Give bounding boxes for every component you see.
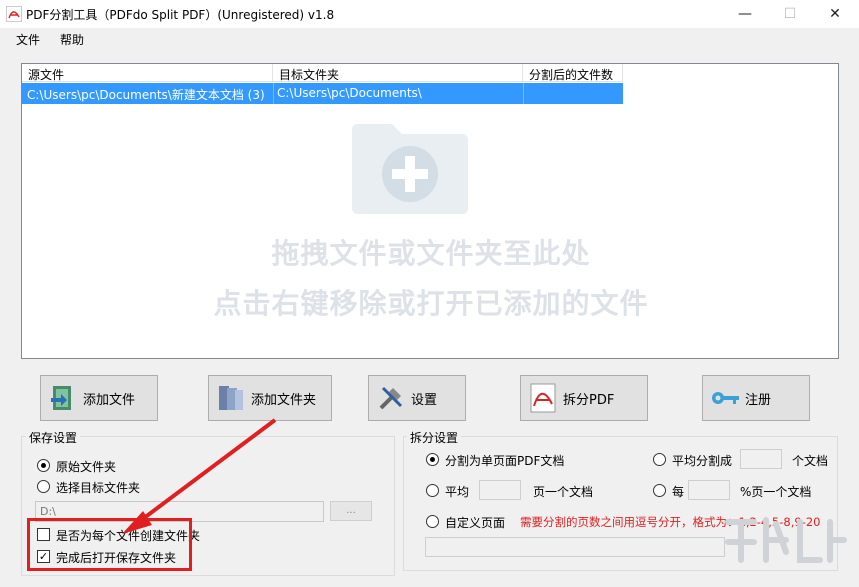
every-percent-suffix: %页一个文档 xyxy=(740,485,812,499)
radio-single-page-label[interactable]: 分割为单页面PDF文档 xyxy=(445,452,564,469)
add-folder-placeholder-icon xyxy=(352,124,468,214)
drop-hint-line2: 点击右键移除或打开已添加的文件 xyxy=(213,287,649,320)
key-icon xyxy=(712,392,739,404)
add-folder-icon xyxy=(219,386,243,410)
radio-original-folder[interactable] xyxy=(37,459,50,472)
annotation-highlight-box xyxy=(27,518,192,571)
radio-average-label[interactable]: 平均 xyxy=(445,483,469,500)
save-settings-title: 保存设置 xyxy=(26,429,81,446)
app-logo-icon xyxy=(6,6,22,22)
maximize-button[interactable]: ☐ xyxy=(767,0,813,28)
register-button[interactable]: 注册 xyxy=(702,375,810,421)
split-pdf-button[interactable]: 拆分PDF xyxy=(520,375,648,421)
menu-bar: 文件 帮助 xyxy=(0,28,859,50)
add-file-icon xyxy=(51,386,71,410)
register-label: 注册 xyxy=(745,392,772,408)
radio-every-percent[interactable] xyxy=(653,484,666,497)
radio-custom-pages[interactable] xyxy=(426,515,439,528)
cell-source: C:\Users\pc\Documents\新建文本文档 (3) -... xyxy=(27,88,267,102)
table-row[interactable]: C:\Users\pc\Documents\新建文本文档 (3) -... C:… xyxy=(22,83,623,104)
cell-divider xyxy=(273,83,274,104)
radio-choose-folder[interactable] xyxy=(37,480,50,493)
close-button[interactable]: ✕ xyxy=(812,0,858,28)
radio-even-split-label[interactable]: 平均分割成 xyxy=(672,452,732,469)
custom-pages-input[interactable] xyxy=(425,537,725,557)
average-pages-input[interactable] xyxy=(479,480,521,500)
settings-label: 设置 xyxy=(411,392,438,408)
cell-target: C:\Users\pc\Documents\ xyxy=(277,86,422,100)
cell-divider xyxy=(523,83,524,104)
window-title: PDF分割工具（PDFdo Split PDF）(Unregistered) v… xyxy=(26,8,335,22)
minimize-button[interactable]: — xyxy=(722,0,768,28)
average-suffix: 页一个文档 xyxy=(533,485,594,499)
add-file-button[interactable]: 添加文件 xyxy=(40,375,158,421)
drop-hint-line1: 拖拽文件或文件夹至此处 xyxy=(271,237,591,270)
every-percent-input[interactable] xyxy=(688,480,730,500)
radio-choose-folder-label[interactable]: 选择目标文件夹 xyxy=(56,479,140,496)
even-split-count-input[interactable] xyxy=(740,449,782,469)
settings-button[interactable]: 设置 xyxy=(368,375,466,421)
browse-button[interactable]: ... xyxy=(330,501,372,521)
split-pdf-label: 拆分PDF xyxy=(563,392,615,408)
menu-file[interactable]: 文件 xyxy=(16,31,40,48)
radio-single-page[interactable] xyxy=(426,453,439,466)
add-file-label: 添加文件 xyxy=(83,392,136,408)
radio-original-folder-label[interactable]: 原始文件夹 xyxy=(56,458,116,475)
watermark-logo-icon xyxy=(725,517,847,563)
column-header-count[interactable]: 分割后的文件数 xyxy=(523,64,623,82)
menu-help[interactable]: 帮助 xyxy=(60,31,84,48)
column-header-source[interactable]: 源文件 xyxy=(22,64,273,82)
add-folder-button[interactable]: 添加文件夹 xyxy=(208,375,332,421)
radio-average[interactable] xyxy=(426,484,439,497)
radio-custom-pages-label[interactable]: 自定义页面 xyxy=(445,514,505,531)
file-list[interactable]: 源文件 目标文件夹 分割后的文件数 C:\Users\pc\Documents\… xyxy=(21,63,839,359)
pdf-icon xyxy=(530,383,556,413)
tools-icon xyxy=(379,386,403,410)
column-header-target[interactable]: 目标文件夹 xyxy=(273,64,523,82)
even-split-suffix: 个文档 xyxy=(792,454,829,468)
radio-even-split[interactable] xyxy=(653,453,666,466)
add-folder-label: 添加文件夹 xyxy=(251,392,317,408)
split-settings-title: 拆分设置 xyxy=(407,429,462,446)
radio-every-percent-label[interactable]: 每 xyxy=(672,483,684,500)
